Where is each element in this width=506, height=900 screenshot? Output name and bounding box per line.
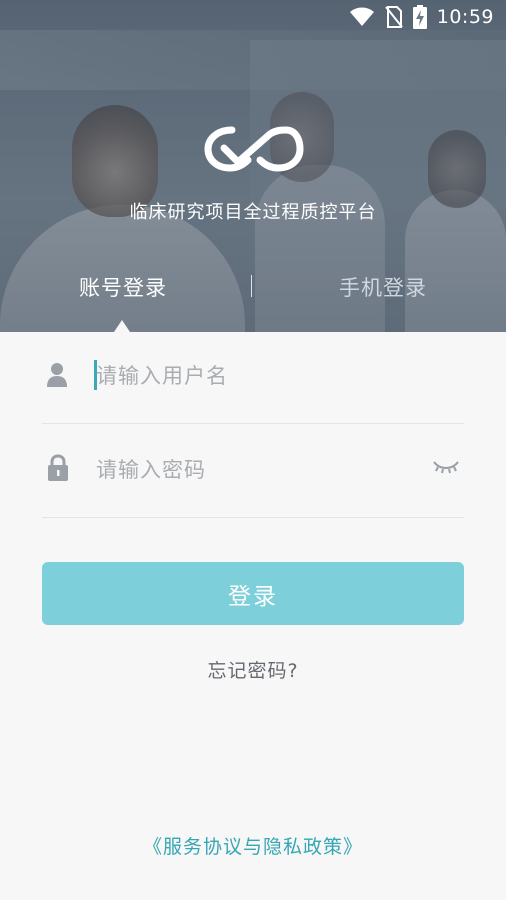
login-form: 登录 忘记密码? 《服务协议与隐私政策》 (0, 332, 506, 900)
battery-charging-icon (412, 5, 427, 29)
forgot-password-link[interactable]: 忘记密码? (0, 656, 506, 683)
status-bar: 10:59 (0, 0, 506, 34)
username-field (42, 332, 464, 424)
tab-phone-login[interactable]: 手机登录 (300, 266, 466, 310)
tab-account-login[interactable]: 账号登录 (40, 266, 206, 310)
username-input[interactable] (96, 356, 416, 396)
app-title: 临床研究项目全过程质控平台 (129, 202, 377, 223)
tab-divider (251, 275, 252, 297)
app-logo (202, 122, 304, 176)
user-icon (46, 362, 70, 388)
eye-closed-icon[interactable] (432, 458, 460, 476)
status-time: 10:59 (436, 6, 494, 28)
service-privacy-policy-link[interactable]: 《服务协议与隐私政策》 (0, 832, 506, 859)
lock-icon (46, 454, 70, 481)
wifi-icon (349, 7, 375, 27)
password-input[interactable] (96, 450, 416, 490)
password-field (42, 426, 464, 518)
login-button[interactable]: 登录 (42, 562, 464, 625)
login-tabs: 账号登录 手机登录 (0, 266, 506, 310)
active-tab-indicator (114, 320, 130, 332)
no-sim-icon (384, 6, 403, 28)
